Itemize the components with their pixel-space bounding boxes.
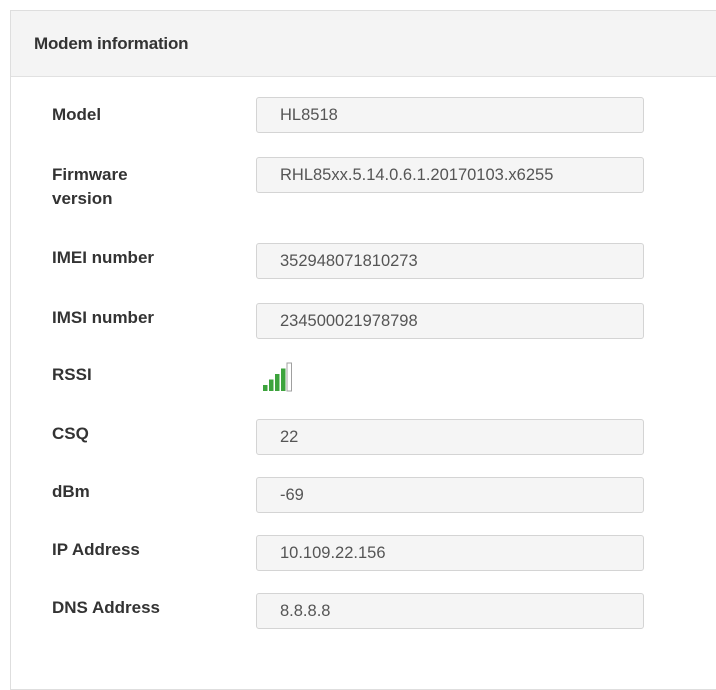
signal-bar xyxy=(275,374,280,391)
signal-bar xyxy=(286,362,292,392)
csq-label: CSQ xyxy=(52,424,89,443)
firmware-field[interactable] xyxy=(256,157,644,193)
dbm-label: dBm xyxy=(52,482,90,501)
signal-strength-icon xyxy=(263,362,292,392)
signal-bar xyxy=(263,385,268,391)
imsi-field[interactable] xyxy=(256,303,644,339)
imei-label: IMEI number xyxy=(52,248,155,267)
dns-label: DNS Address xyxy=(52,598,161,617)
rssi-label: RSSI xyxy=(52,365,92,384)
dbm-field[interactable] xyxy=(256,477,644,513)
csq-field[interactable] xyxy=(256,419,644,455)
model-label: Model xyxy=(52,105,102,124)
imei-field[interactable] xyxy=(256,243,644,279)
model-field[interactable] xyxy=(256,97,644,133)
firmware-label: Firmware version xyxy=(52,163,242,211)
ip-field[interactable] xyxy=(256,535,644,571)
dns-field[interactable] xyxy=(256,593,644,629)
imsi-label: IMSI number xyxy=(52,308,155,327)
panel-header: Modem information xyxy=(11,11,716,77)
signal-bar xyxy=(269,379,274,391)
modem-information-panel: Modem information Model Firmware version… xyxy=(10,10,716,690)
firmware-label-line2: version xyxy=(52,189,113,208)
ip-label: IP Address xyxy=(52,540,140,559)
signal-bar xyxy=(281,368,286,391)
firmware-label-line1: Firmware xyxy=(52,165,128,184)
panel-title: Modem information xyxy=(34,33,189,53)
